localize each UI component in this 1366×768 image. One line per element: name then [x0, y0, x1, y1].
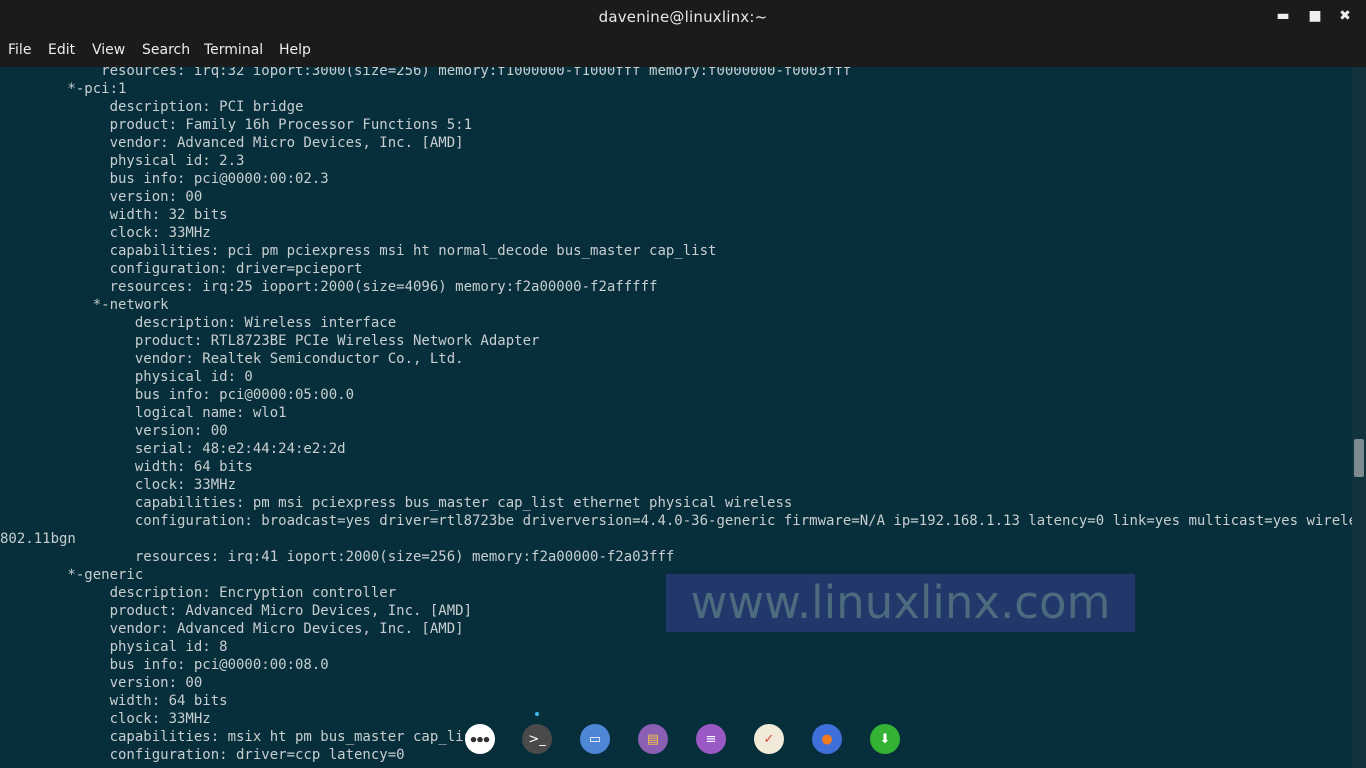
terminal-line: product: Advanced Micro Devices, Inc. [A…: [0, 603, 473, 619]
terminal-line: clock: 33MHz: [0, 225, 211, 241]
terminal-line: capabilities: msix ht pm bus_master cap_…: [0, 729, 481, 745]
terminal-line: description: Wireless interface: [0, 315, 397, 331]
terminal-line: product: RTL8723BE PCIe Wireless Network…: [0, 333, 540, 349]
terminal-line: clock: 33MHz: [0, 477, 237, 493]
terminal-line: description: Encryption controller: [0, 585, 397, 601]
menu-view[interactable]: View: [92, 42, 125, 58]
menu-help[interactable]: Help: [279, 42, 311, 58]
terminal-line: clock: 33MHz: [0, 711, 211, 727]
terminal-line: *-generic: [0, 567, 144, 583]
terminal-line: configuration: driver=ccp latency=0: [0, 747, 405, 763]
terminal-line: width: 64 bits: [0, 693, 228, 709]
title-bar: davenine@linuxlinx:~ ▬ ■ ✖: [0, 0, 1366, 34]
display-settings-icon[interactable]: ▭: [580, 724, 610, 754]
terminal-line: serial: 48:e2:44:24:e2:2d: [0, 441, 346, 457]
dock: ⦁⦁⦁ >_ ▭ ▤ ≡ ✓ ● ⬇: [462, 708, 922, 768]
terminal-line: vendor: Realtek Semiconductor Co., Ltd.: [0, 351, 464, 367]
calendar-icon[interactable]: ✓: [754, 724, 784, 754]
menu-terminal[interactable]: Terminal: [204, 42, 263, 58]
terminal-line: resources: irq:32 ioport:3000(size=256) …: [0, 67, 852, 79]
running-indicator: [535, 712, 539, 716]
terminal-line: bus info: pci@0000:00:08.0: [0, 657, 329, 673]
watermark: www.linuxlinx.com: [666, 574, 1135, 632]
terminal-line: logical name: wlo1: [0, 405, 287, 421]
download-icon[interactable]: ⬇: [870, 724, 900, 754]
terminal-line: configuration: driver=pcieport: [0, 261, 363, 277]
window-title: davenine@linuxlinx:~: [598, 8, 768, 26]
terminal-line: resources: irq:25 ioport:2000(size=4096)…: [0, 279, 658, 295]
terminal-line: 802.11bgn: [0, 531, 76, 547]
terminal-line: vendor: Advanced Micro Devices, Inc. [AM…: [0, 621, 464, 637]
terminal-output[interactable]: resources: irq:32 ioport:3000(size=256) …: [0, 67, 1352, 768]
terminal-line: version: 00: [0, 189, 203, 205]
terminal-line: *-pci:1: [0, 81, 127, 97]
terminal-line: description: PCI bridge: [0, 99, 304, 115]
menu-search[interactable]: Search: [142, 42, 190, 58]
terminal-line: capabilities: pm msi pciexpress bus_mast…: [0, 495, 793, 511]
scrollbar-track[interactable]: [1352, 67, 1366, 768]
terminal-line: bus info: pci@0000:05:00.0: [0, 387, 355, 403]
terminal-line: width: 32 bits: [0, 207, 228, 223]
text-editor-icon[interactable]: ≡: [696, 724, 726, 754]
minimize-icon[interactable]: ▬: [1276, 9, 1290, 23]
terminal-line: physical id: 8: [0, 639, 228, 655]
files-icon[interactable]: ▤: [638, 724, 668, 754]
terminal-line: configuration: broadcast=yes driver=rtl8…: [0, 513, 1352, 529]
terminal-line: width: 64 bits: [0, 459, 253, 475]
terminal-line: capabilities: pci pm pciexpress msi ht n…: [0, 243, 717, 259]
scrollbar-thumb[interactable]: [1354, 439, 1364, 477]
terminal-line: product: Family 16h Processor Functions …: [0, 117, 473, 133]
terminal-icon[interactable]: >_: [522, 724, 552, 754]
terminal-line: *-network: [0, 297, 169, 313]
terminal-line: version: 00: [0, 423, 228, 439]
app-grid-icon[interactable]: ⦁⦁⦁: [465, 724, 495, 754]
close-icon[interactable]: ✖: [1338, 9, 1352, 23]
terminal-line: vendor: Advanced Micro Devices, Inc. [AM…: [0, 135, 464, 151]
terminal-line: physical id: 2.3: [0, 153, 245, 169]
maximize-icon[interactable]: ■: [1308, 9, 1322, 23]
firefox-icon[interactable]: ●: [812, 724, 842, 754]
menu-file[interactable]: File: [8, 42, 31, 58]
terminal-line: bus info: pci@0000:00:02.3: [0, 171, 329, 187]
menu-edit[interactable]: Edit: [48, 42, 75, 58]
terminal-line: resources: irq:41 ioport:2000(size=256) …: [0, 549, 675, 565]
terminal-line: version: 00: [0, 675, 203, 691]
menu-bar: File Edit View Search Terminal Help: [0, 34, 1366, 67]
terminal-line: physical id: 0: [0, 369, 253, 385]
